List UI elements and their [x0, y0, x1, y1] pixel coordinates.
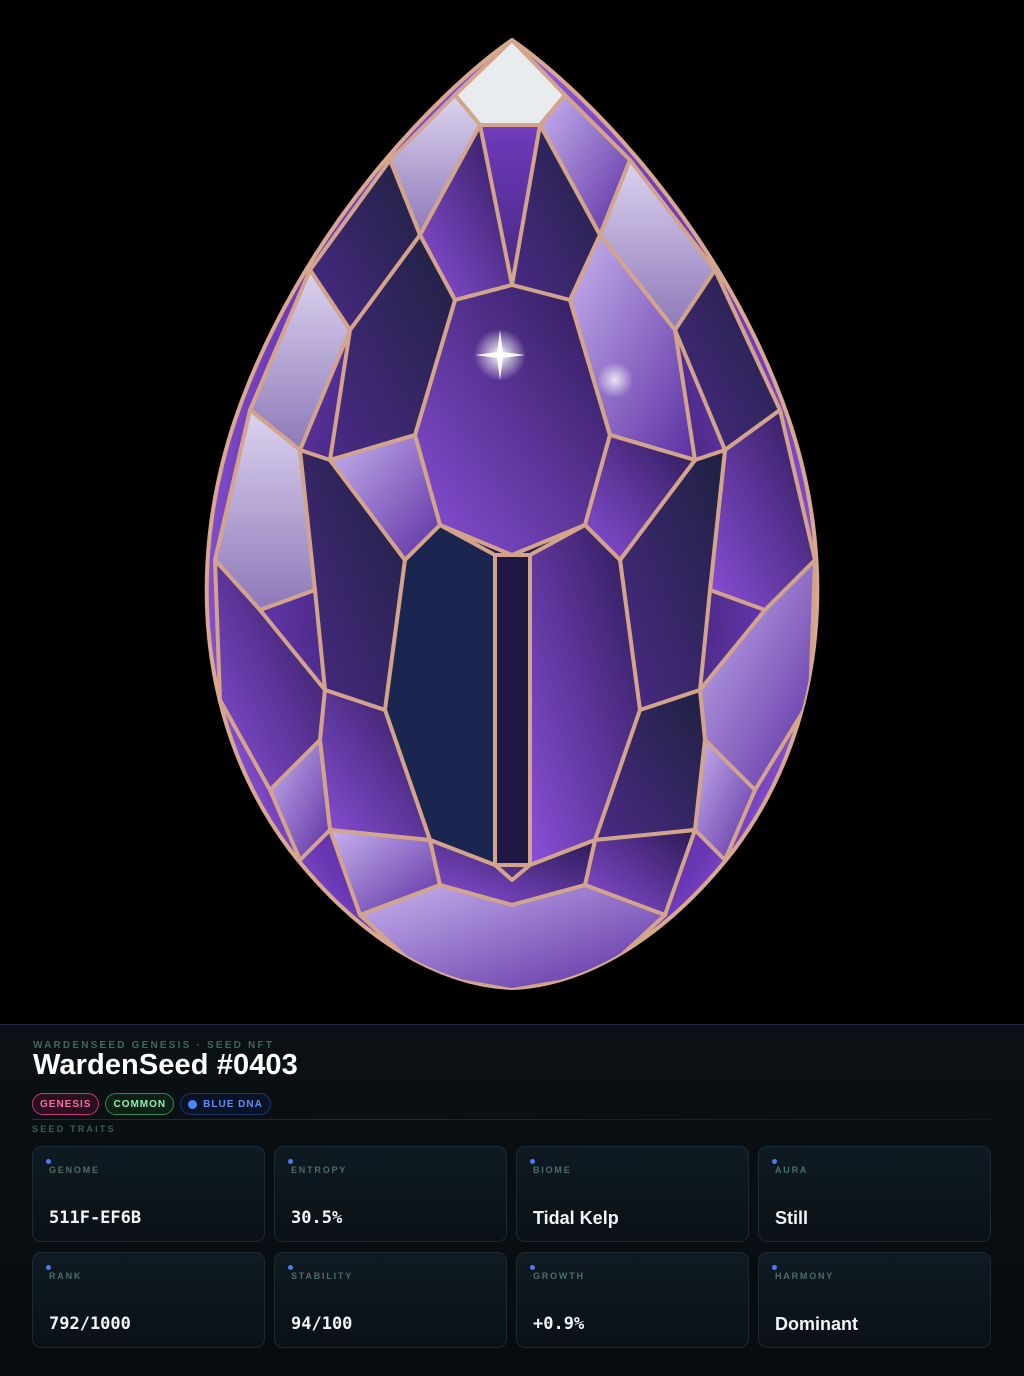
dna-dot-icon	[188, 1099, 198, 1109]
nft-details-panel: WARDENSEED GENESIS · SEED NFT WardenSeed…	[0, 1024, 1024, 1376]
trait-card-genome: GENOME 511F-EF6B	[32, 1146, 265, 1242]
dna-badge-label: BLUE DNA	[203, 1098, 263, 1110]
trait-dot-icon	[530, 1265, 535, 1270]
trait-label: RANK	[49, 1271, 83, 1281]
trait-dot-icon	[288, 1265, 293, 1270]
seed-traits-heading: SEED TRAITS	[32, 1124, 116, 1134]
trait-value: 511F-EF6B	[49, 1208, 142, 1228]
trait-dot-icon	[288, 1159, 293, 1164]
rarity-badge: COMMON	[105, 1093, 175, 1115]
trait-dot-icon	[46, 1265, 51, 1270]
trait-dot-icon	[772, 1159, 777, 1164]
trait-card-biome: BIOME Tidal Kelp	[516, 1146, 749, 1242]
trait-label: AURA	[775, 1165, 809, 1175]
trait-value: Dominant	[775, 1314, 858, 1334]
gem-illustration	[204, 37, 820, 991]
traits-grid: GENOME 511F-EF6B ENTROPY 30.5% BIOME Tid…	[32, 1146, 992, 1348]
dna-badge: BLUE DNA	[180, 1093, 271, 1115]
trait-value: 792/1000	[49, 1314, 131, 1334]
nft-title: WardenSeed #0403	[33, 1049, 298, 1081]
trait-value: +0.9%	[533, 1314, 585, 1334]
trait-value: 94/100	[291, 1314, 353, 1334]
trait-label: BIOME	[533, 1165, 572, 1175]
rarity-badge-label: COMMON	[113, 1098, 167, 1110]
trait-card-aura: AURA Still	[758, 1146, 991, 1242]
genesis-badge-label: GENESIS	[40, 1098, 92, 1110]
trait-dot-icon	[46, 1159, 51, 1164]
trait-card-harmony: HARMONY Dominant	[758, 1252, 991, 1348]
trait-value: 30.5%	[291, 1208, 343, 1228]
trait-label: ENTROPY	[291, 1165, 348, 1175]
trait-value: Tidal Kelp	[533, 1208, 619, 1228]
trait-value: Still	[775, 1208, 809, 1228]
section-divider	[32, 1119, 992, 1120]
hero-gem-image	[0, 0, 1024, 1024]
trait-card-growth: GROWTH +0.9%	[516, 1252, 749, 1348]
trait-label: GENOME	[49, 1165, 100, 1175]
trait-card-rank: RANK 792/1000	[32, 1252, 265, 1348]
trait-label: HARMONY	[775, 1271, 835, 1281]
trait-label: GROWTH	[533, 1271, 585, 1281]
genesis-badge: GENESIS	[32, 1093, 100, 1115]
trait-card-stability: STABILITY 94/100	[274, 1252, 507, 1348]
trait-dot-icon	[772, 1265, 777, 1270]
tag-row: GENESIS COMMON BLUE DNA	[32, 1093, 271, 1115]
trait-dot-icon	[530, 1159, 535, 1164]
trait-label: STABILITY	[291, 1271, 354, 1281]
trait-card-entropy: ENTROPY 30.5%	[274, 1146, 507, 1242]
